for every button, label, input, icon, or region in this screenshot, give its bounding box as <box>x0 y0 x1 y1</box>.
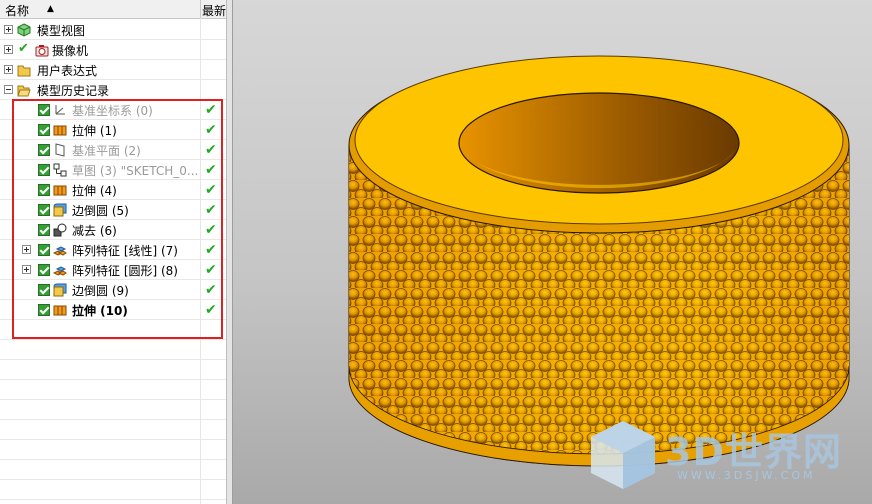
visibility-checkbox[interactable] <box>38 164 50 176</box>
extrude-icon <box>53 305 67 316</box>
tree-node-label: 模型历史记录 <box>37 84 110 98</box>
row-separator <box>0 379 226 380</box>
tree-node-user-expressions[interactable]: 用户表达式 <box>0 60 226 80</box>
row-separator <box>0 459 226 460</box>
tree-node-label: 摄像机 <box>52 44 89 58</box>
feature-label: 草图 (3) "SKETCH_0... <box>72 164 199 178</box>
row-separator <box>0 359 226 360</box>
feature-label: 拉伸 (1) <box>72 124 117 138</box>
row-separator <box>0 339 226 340</box>
feature-sketch[interactable]: 草图 (3) "SKETCH_0... ✔ <box>0 160 226 180</box>
feature-label: 阵列特征 [线性] (7) <box>72 244 178 258</box>
latest-column-header[interactable]: 最新 <box>202 2 226 19</box>
row-separator <box>0 439 226 440</box>
extrude-icon <box>53 185 67 196</box>
up-to-date-check-icon: ✔ <box>205 202 217 218</box>
name-column-header[interactable]: 名称 ▲ <box>0 0 201 18</box>
row-separator <box>0 499 226 500</box>
camera-icon <box>35 45 49 57</box>
datum-plane-icon <box>55 143 65 157</box>
up-to-date-check-icon: ✔ <box>205 182 217 198</box>
collapse-icon[interactable] <box>4 85 13 94</box>
up-to-date-check-icon: ✔ <box>205 162 217 178</box>
folder-icon <box>17 65 31 77</box>
visibility-checkbox[interactable] <box>38 304 50 316</box>
feature-edge-blend-5[interactable]: 边倒圆 (5) ✔ <box>0 200 226 220</box>
feature-label: 边倒圆 (5) <box>72 204 129 218</box>
watermark-text: 3D世界网 <box>665 430 842 474</box>
watermark: 3D世界网 WWW.3DSJW.COM <box>583 415 868 495</box>
feature-label: 减去 (6) <box>72 224 117 238</box>
up-to-date-check-icon: ✔ <box>205 282 217 298</box>
up-to-date-check-icon: ✔ <box>205 222 217 238</box>
feature-label: 拉伸 (4) <box>72 184 117 198</box>
feature-label: 边倒圆 (9) <box>72 284 129 298</box>
feature-datum-plane[interactable]: 基准平面 (2) ✔ <box>0 140 226 160</box>
up-to-date-check-icon: ✔ <box>205 102 217 118</box>
visibility-checkbox[interactable] <box>38 144 50 156</box>
feature-edge-blend-9[interactable]: 边倒圆 (9) ✔ <box>0 280 226 300</box>
subtract-icon <box>53 223 67 237</box>
pattern-feature-icon <box>53 246 67 256</box>
row-separator <box>0 479 226 480</box>
watermark-logo <box>591 421 655 489</box>
visibility-checkbox[interactable] <box>38 204 50 216</box>
name-column-label: 名称 <box>5 4 30 18</box>
feature-label: 基准平面 (2) <box>72 144 141 158</box>
model-views-icon <box>17 23 31 37</box>
up-to-date-check-icon: ✔ <box>205 122 217 138</box>
datum-csys-icon <box>55 105 65 115</box>
navigator-header: 名称 ▲ 最新 <box>0 0 226 19</box>
row-separator <box>0 419 226 420</box>
feature-label: 阵列特征 [圆形] (8) <box>72 264 178 278</box>
part-navigator: 名称 ▲ 最新 模型视图 ✔ 摄像机 用户表达式 模型历史记录 基准坐标系 (0… <box>0 0 226 504</box>
visibility-checkbox[interactable] <box>38 184 50 196</box>
sketch-icon <box>53 163 67 177</box>
feature-extrude-4[interactable]: 拉伸 (4) ✔ <box>0 180 226 200</box>
folder-open-icon <box>17 85 31 97</box>
expand-icon[interactable] <box>22 265 31 274</box>
feature-pattern-circular[interactable]: 阵列特征 [圆形] (8) ✔ <box>0 260 226 280</box>
feature-extrude-1[interactable]: 拉伸 (1) ✔ <box>0 120 226 140</box>
expand-icon[interactable] <box>22 245 31 254</box>
visibility-checkbox[interactable] <box>38 124 50 136</box>
expand-icon[interactable] <box>4 65 13 74</box>
expand-icon[interactable] <box>4 45 13 54</box>
up-to-date-check-icon: ✔ <box>205 262 217 278</box>
visibility-checkbox[interactable] <box>38 264 50 276</box>
visibility-checkbox[interactable] <box>38 224 50 236</box>
tree-node-label: 用户表达式 <box>37 64 98 78</box>
tree-node-label: 模型视图 <box>37 24 86 38</box>
up-to-date-check-icon: ✔ <box>205 302 217 318</box>
row-separator <box>0 399 226 400</box>
watermark-url: WWW.3DSJW.COM <box>677 469 816 482</box>
edge-blend-icon <box>53 283 67 297</box>
tree-node-model-history[interactable]: 模型历史记录 <box>0 80 226 100</box>
visibility-checkbox[interactable] <box>38 244 50 256</box>
feature-label: 基准坐标系 (0) <box>72 104 153 118</box>
panel-splitter[interactable] <box>226 0 233 504</box>
expand-icon[interactable] <box>4 25 13 34</box>
edge-blend-icon <box>53 203 67 217</box>
visibility-checkbox[interactable] <box>38 284 50 296</box>
visibility-checkbox[interactable] <box>38 104 50 116</box>
feature-extrude-10[interactable]: 拉伸 (10) ✔ <box>0 300 226 320</box>
graphics-viewport[interactable]: 3D世界网 WWW.3DSJW.COM <box>233 0 872 504</box>
feature-label: 拉伸 (10) <box>72 304 128 318</box>
tree-node-cameras[interactable]: ✔ 摄像机 <box>0 40 226 60</box>
feature-subtract[interactable]: 减去 (6) ✔ <box>0 220 226 240</box>
tree-node-model-views[interactable]: 模型视图 <box>0 20 226 40</box>
feature-datum-csys[interactable]: 基准坐标系 (0) ✔ <box>0 100 226 120</box>
extrude-icon <box>53 125 67 136</box>
feature-pattern-linear[interactable]: 阵列特征 [线性] (7) ✔ <box>0 240 226 260</box>
up-to-date-check-icon: ✔ <box>205 142 217 158</box>
check-icon: ✔ <box>18 41 29 56</box>
sort-ascending-icon: ▲ <box>47 4 54 14</box>
pattern-feature-icon <box>53 266 67 276</box>
up-to-date-check-icon: ✔ <box>205 242 217 258</box>
